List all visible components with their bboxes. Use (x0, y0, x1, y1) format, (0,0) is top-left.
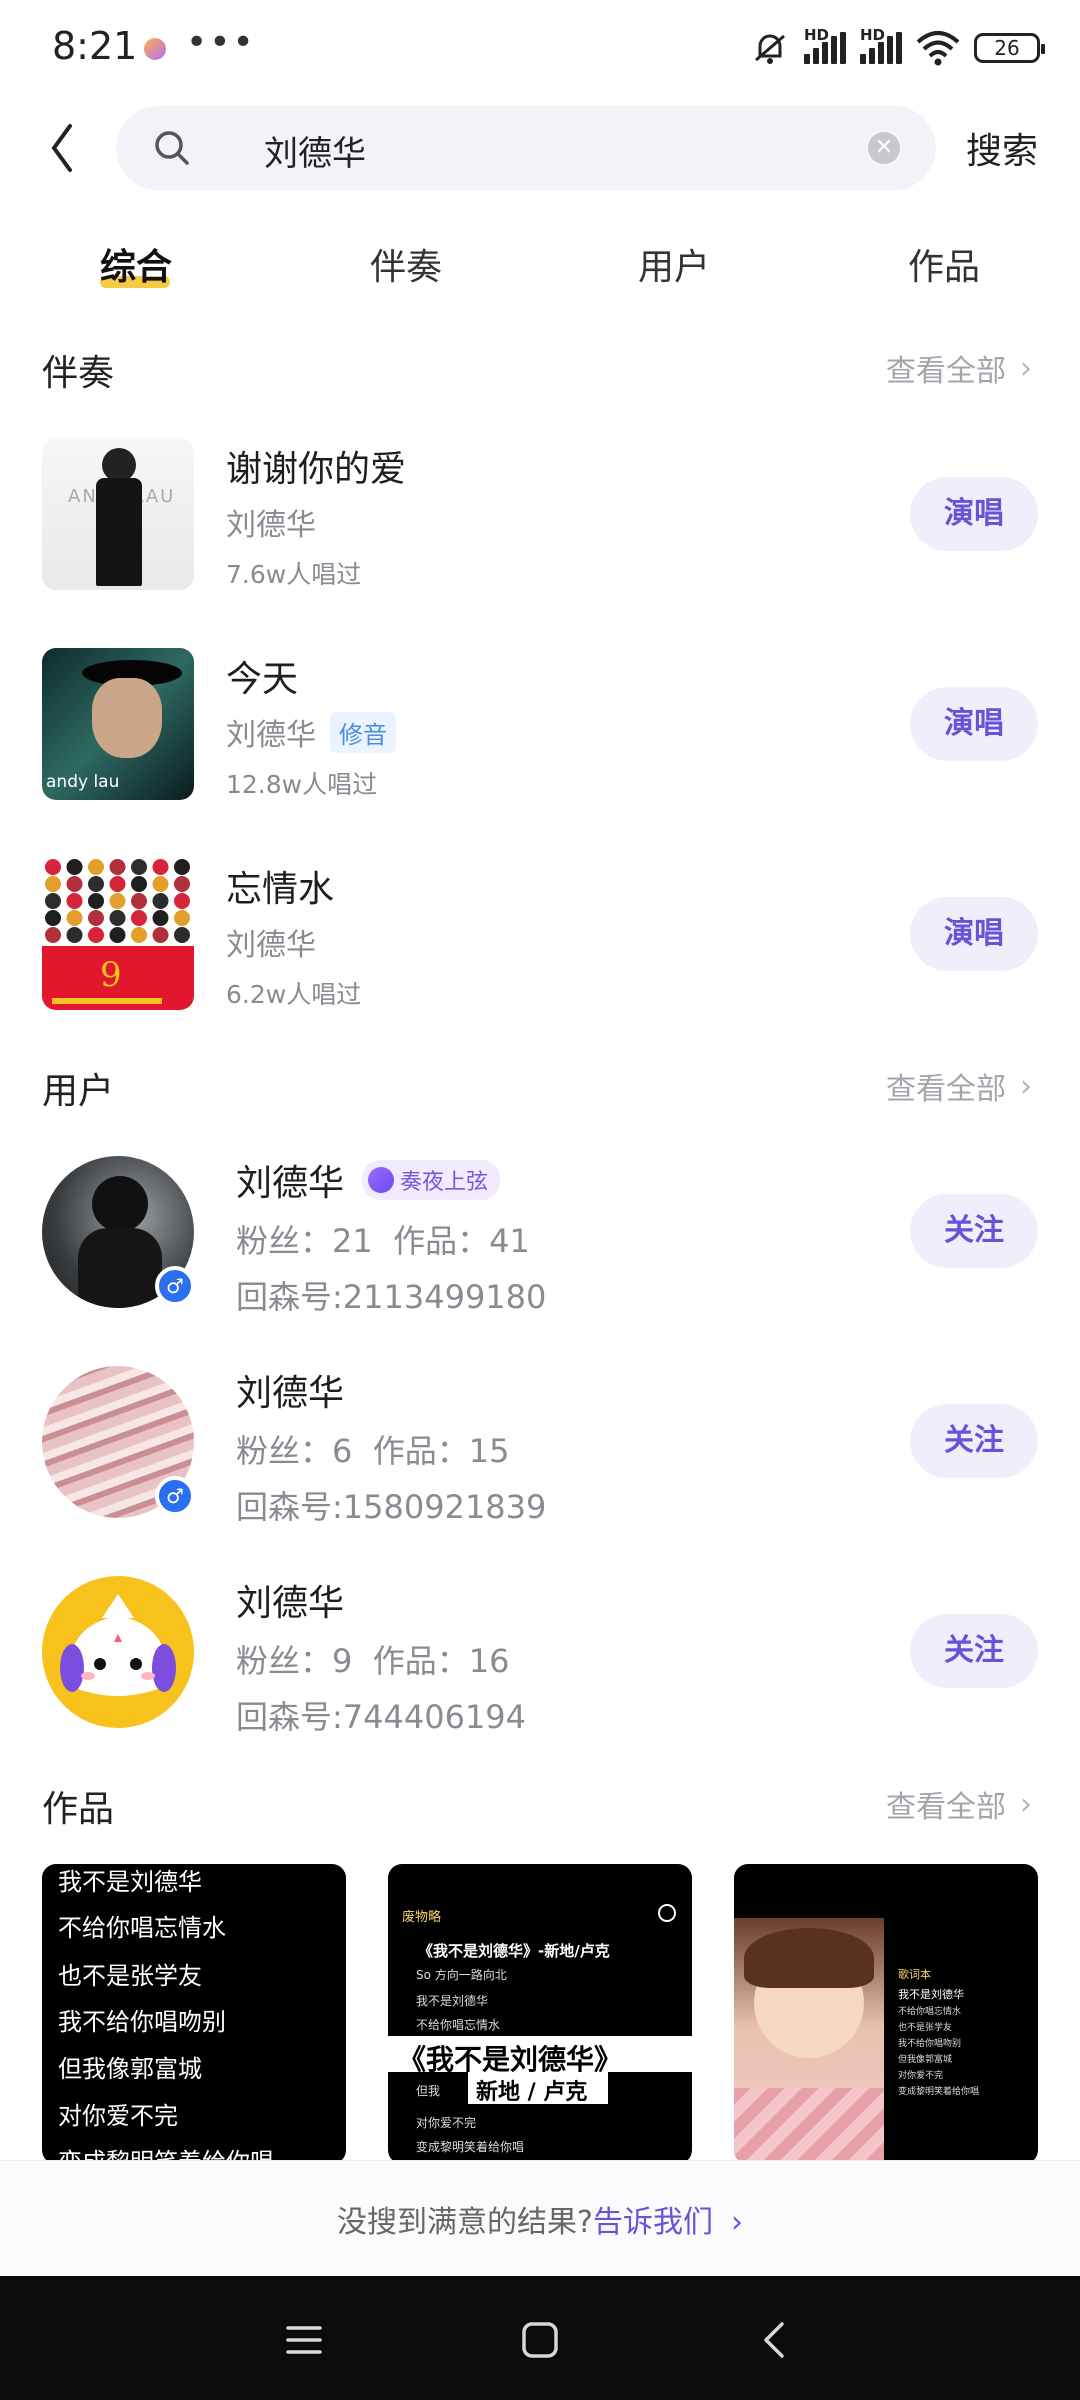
song-artist: 刘德华 (226, 718, 316, 753)
follow-button[interactable]: 关注 (910, 1404, 1038, 1478)
signal-icon: HD (804, 26, 846, 64)
wifi-icon (916, 31, 960, 66)
cover-image[interactable]: andy lau (42, 648, 194, 800)
male-gender-icon: ♂ (155, 1476, 195, 1516)
section-title-users: 用户 (42, 1071, 115, 1112)
tab-works[interactable]: 作品 (908, 238, 980, 290)
user-name-row[interactable]: 刘德华 奏夜上弦 (236, 1154, 501, 1206)
tab-all[interactable]: 综合 (100, 238, 172, 290)
song-artist: 刘德华 (226, 928, 316, 963)
section-title-accompaniment: 伴奏 (42, 353, 115, 394)
cover-image[interactable]: ANDY LAU (42, 438, 194, 590)
song-title[interactable]: 忘情水 (226, 860, 334, 912)
badge-icon (368, 1167, 395, 1193)
search-button[interactable]: 搜索 (966, 122, 1038, 174)
user-name[interactable]: 刘德华 (236, 1364, 344, 1416)
menu-icon[interactable] (284, 2320, 324, 2360)
user-id: 回森号:1580921839 (236, 1488, 547, 1526)
feedback-link[interactable]: 告诉我们 (593, 2205, 713, 2240)
song-title[interactable]: 今天 (226, 650, 298, 702)
status-bar: 8:21 ••• HD HD 26 (0, 0, 1080, 100)
user-id: 回森号:2113499180 (236, 1278, 547, 1316)
work-card[interactable]: 我不是刘德华 不给你唱忘情水 也不是张学友 我不给你唱吻别 但我像郭富城 对你爱… (42, 1864, 346, 2164)
song-title[interactable]: 谢谢你的爱 (226, 440, 406, 492)
follow-button[interactable]: 关注 (910, 1614, 1038, 1688)
user-stats: 粉丝：9 作品：16 (236, 1642, 510, 1680)
see-all-users[interactable]: 查看全部 › (886, 1064, 1032, 1108)
user-name: 刘德华 (236, 1163, 345, 1204)
sing-button[interactable]: 演唱 (910, 477, 1038, 551)
signal-icon-2: HD (860, 26, 902, 64)
back-nav-icon[interactable] (756, 2320, 796, 2360)
tab-accompaniment[interactable]: 伴奏 (370, 238, 442, 290)
clear-icon[interactable]: ✕ (868, 132, 900, 164)
user-stats: 粉丝：21 作品：41 (236, 1222, 530, 1260)
status-time: 8:21 (52, 24, 138, 68)
song-sing-count: 6.2w人唱过 (226, 980, 362, 1009)
app-notification-icon (144, 38, 166, 60)
feedback-text: 没搜到满意的结果? (337, 2205, 593, 2240)
work-card[interactable]: 废物略 《我不是刘德华》-新地/卢克 So 方向一路向北 我不是刘德华 不给你唱… (388, 1864, 692, 2164)
search-bar[interactable]: 刘德华 ✕ (116, 106, 936, 190)
search-input[interactable]: 刘德华 (264, 126, 366, 175)
svg-text:9: 9 (100, 955, 122, 995)
see-all-accompaniment[interactable]: 查看全部 › (886, 346, 1032, 390)
cover-image[interactable]: 9 (42, 858, 194, 1010)
battery-icon: 26 (974, 33, 1045, 63)
sing-button[interactable]: 演唱 (910, 897, 1038, 971)
user-stats: 粉丝：6 作品：15 (236, 1432, 510, 1470)
section-title-works: 作品 (42, 1789, 115, 1830)
status-icons: HD HD 26 (750, 26, 1045, 68)
user-badge: 奏夜上弦 (362, 1160, 501, 1200)
tab-users[interactable]: 用户 (638, 238, 710, 290)
song-artist: 刘德华 (226, 508, 316, 543)
tune-badge: 修音 (330, 711, 396, 753)
see-all-works[interactable]: 查看全部 › (886, 1782, 1032, 1826)
chevron-right-icon: › (1020, 1786, 1032, 1822)
work-card[interactable]: 歌词本 我不是刘德华 不给你唱忘情水 也不是张学友 我不给你唱吻别 但我像郭富城… (734, 1864, 1038, 2164)
song-artist-row: 刘德华 修音 (226, 710, 396, 754)
chevron-right-icon: › (1020, 1068, 1032, 1104)
chevron-right-icon: › (1020, 350, 1032, 386)
sing-button[interactable]: 演唱 (910, 687, 1038, 761)
song-sing-count: 7.6w人唱过 (226, 560, 362, 589)
follow-button[interactable]: 关注 (910, 1194, 1038, 1268)
avatar[interactable] (42, 1576, 194, 1728)
back-icon[interactable] (40, 118, 90, 178)
user-name[interactable]: 刘德华 (236, 1574, 344, 1626)
home-icon[interactable] (520, 2320, 560, 2360)
more-notifications-icon: ••• (186, 22, 256, 63)
mute-bell-icon (755, 34, 785, 64)
song-sing-count: 12.8w人唱过 (226, 770, 378, 799)
chevron-right-icon[interactable]: › (731, 2205, 743, 2240)
system-nav-bar (0, 2276, 1080, 2400)
feedback-bar: 没搜到满意的结果?告诉我们 › (0, 2160, 1080, 2276)
male-gender-icon: ♂ (155, 1266, 195, 1306)
search-icon (155, 131, 189, 165)
user-id: 回森号:744406194 (236, 1698, 527, 1736)
